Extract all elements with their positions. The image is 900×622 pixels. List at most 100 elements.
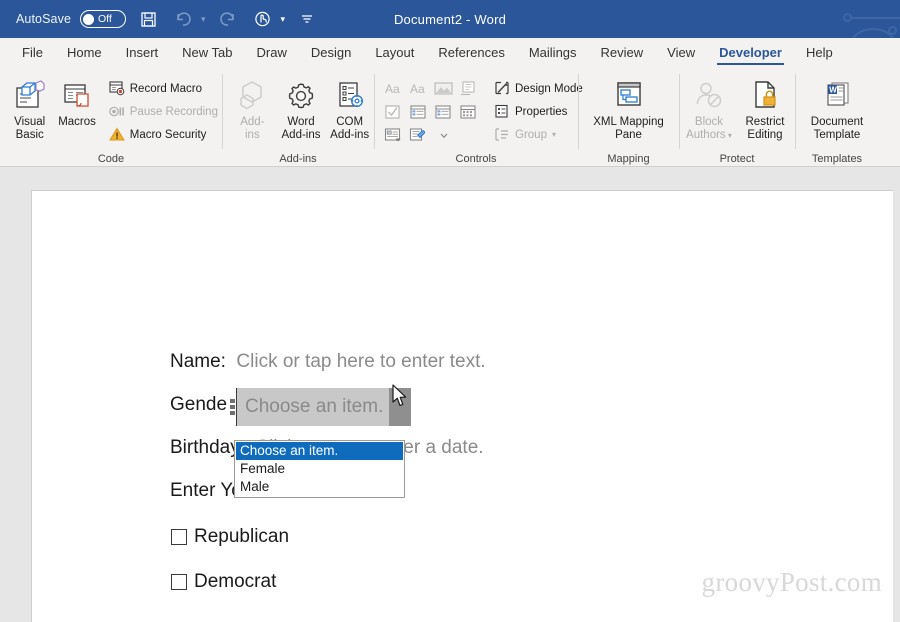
democrat-checkbox[interactable] (171, 574, 187, 590)
word-addins-label: Word Add-ins (281, 116, 321, 141)
group-label-protect: Protect (719, 153, 755, 165)
block-authors-chevron-down-icon: ▾ (725, 131, 732, 140)
tab-design[interactable]: Design (299, 38, 363, 67)
tab-layout[interactable]: Layout (363, 38, 426, 67)
word-addins-button[interactable]: Word Add-ins (277, 73, 326, 142)
ribbon-group-addins: Add- ins Word Add-ins COM Add-ins Add-in… (222, 67, 374, 167)
visual-basic-label: Visual Basic (14, 116, 46, 141)
group-icon (494, 127, 510, 143)
ribbon-tab-strip: File Home Insert New Tab Draw Design Lay… (0, 38, 900, 67)
block-authors-button: Block Authors ▾ (681, 73, 737, 142)
macro-security-button[interactable]: Macro Security (105, 124, 222, 145)
tab-review[interactable]: Review (589, 38, 656, 67)
gender-dropdown-value[interactable]: Choose an item. (237, 388, 390, 426)
name-placeholder[interactable]: Click or tap here to enter text. (236, 351, 485, 372)
dropdown-option-choose-an-item[interactable]: Choose an item. (236, 442, 403, 460)
document-template-button[interactable]: W Document Template (798, 73, 876, 142)
undo-icon[interactable] (170, 6, 196, 32)
properties-icon (494, 104, 510, 120)
name-field-line: Name: Click or tap here to enter text. (170, 351, 486, 373)
content-controls-gallery: Aa Aa (381, 73, 481, 146)
check-box-content-control-icon (381, 100, 406, 123)
repeating-section-content-control-icon (456, 77, 481, 100)
watermark: groovyPost.com (701, 567, 882, 597)
group-chevron-down-icon: ▾ (551, 130, 556, 139)
group-label-controls: Controls (455, 153, 497, 165)
save-icon[interactable] (135, 6, 161, 32)
autosave-toggle-knob (83, 13, 95, 25)
legacy-tools-chevron-down-icon (431, 123, 456, 146)
tab-draw[interactable]: Draw (245, 38, 299, 67)
rich-text-content-control-icon: Aa (381, 77, 406, 100)
svg-text:Aa: Aa (385, 82, 400, 96)
properties-label: Properties (515, 105, 568, 118)
checkbox-row-republican[interactable]: Republican (171, 526, 289, 548)
dropdown-option-male[interactable]: Male (236, 478, 403, 496)
quick-access-toolbar: AutoSave Off ▾ ▾ (0, 0, 320, 38)
ribbon-group-protect: Block Authors ▾ Restrict Editing Protect (679, 67, 795, 167)
restrict-editing-button[interactable]: Restrict Editing (737, 73, 793, 142)
ribbon-group-templates: W Document Template Templates (795, 67, 879, 167)
visual-basic-button[interactable]: Visual Basic (6, 73, 53, 142)
group-label: Group (515, 128, 547, 141)
com-addins-button[interactable]: COM Add-ins (325, 73, 374, 142)
macros-button[interactable]: Macros (53, 73, 100, 129)
xml-mapping-pane-button[interactable]: XML Mapping Pane (583, 73, 675, 142)
properties-button[interactable]: Properties (490, 101, 587, 122)
customize-quick-access-icon[interactable] (294, 6, 320, 32)
visual-basic-icon (14, 77, 46, 113)
group-label-code: Code (97, 153, 125, 165)
tag-dot (229, 411, 235, 415)
touch-mode-icon[interactable] (250, 6, 276, 32)
building-block-gallery-content-control-icon (381, 123, 406, 146)
tab-references[interactable]: References (426, 38, 516, 67)
pause-recording-icon (108, 104, 125, 120)
pause-recording-button: Pause Recording (105, 101, 222, 122)
block-authors-text: Block Authors (686, 116, 726, 141)
ribbon-group-mapping: XML Mapping Pane Mapping (578, 67, 679, 167)
touch-mode-chevron-down-icon[interactable]: ▾ (281, 14, 286, 25)
restrict-editing-label: Restrict Editing (745, 116, 785, 141)
gender-dropdown-content-control[interactable]: Choose an item. (228, 388, 412, 426)
macros-icon (61, 77, 93, 113)
dropdown-option-female[interactable]: Female (236, 460, 403, 478)
plain-text-content-control-icon: Aa (406, 77, 431, 100)
republican-label: Republican (194, 526, 290, 547)
record-macro-button[interactable]: Record Macro (105, 78, 222, 99)
record-macro-icon (109, 81, 125, 97)
redo-icon[interactable] (215, 6, 241, 32)
content-control-tag-handle[interactable] (228, 388, 237, 426)
tab-view[interactable]: View (655, 38, 707, 67)
group-label-mapping: Mapping (607, 153, 650, 165)
gender-dropdown-arrow-button[interactable] (389, 388, 412, 426)
pause-recording-label: Pause Recording (129, 105, 218, 118)
tag-dot (229, 405, 235, 409)
com-addins-label: COM Add-ins (330, 116, 370, 141)
com-addins-icon (334, 77, 366, 113)
gender-dropdown-list[interactable]: Choose an item. Female Male (234, 440, 405, 498)
tab-home[interactable]: Home (55, 38, 114, 67)
design-mode-label: Design Mode (515, 82, 583, 95)
checkbox-row-democrat[interactable]: Democrat (171, 571, 276, 593)
undo-dropdown-chevron-icon[interactable]: ▾ (201, 14, 206, 25)
tab-insert[interactable]: Insert (114, 38, 171, 67)
republican-checkbox[interactable] (171, 529, 187, 545)
group-button: Group ▾ (490, 124, 587, 145)
ghost-bar (850, 17, 900, 19)
tab-mailings[interactable]: Mailings (517, 38, 589, 67)
date-picker-content-control-icon (456, 100, 481, 123)
tab-help[interactable]: Help (794, 38, 845, 67)
record-macro-label: Record Macro (129, 82, 202, 95)
design-mode-icon (494, 81, 510, 97)
document-page[interactable]: Name: Click or tap here to enter text. G… (31, 190, 893, 622)
ribbon: Visual Basic Macros Record Macro Pause R… (0, 67, 900, 167)
tab-file[interactable]: File (10, 38, 55, 67)
word-addins-gear-icon (285, 77, 317, 113)
addins-icon (235, 77, 269, 113)
autosave-toggle[interactable]: Off (80, 10, 127, 28)
design-mode-button[interactable]: Design Mode (490, 78, 587, 99)
tab-developer[interactable]: Developer (707, 38, 794, 67)
macro-security-warning-icon (108, 127, 125, 143)
tab-new-tab[interactable]: New Tab (170, 38, 244, 67)
tag-dot (229, 399, 235, 403)
